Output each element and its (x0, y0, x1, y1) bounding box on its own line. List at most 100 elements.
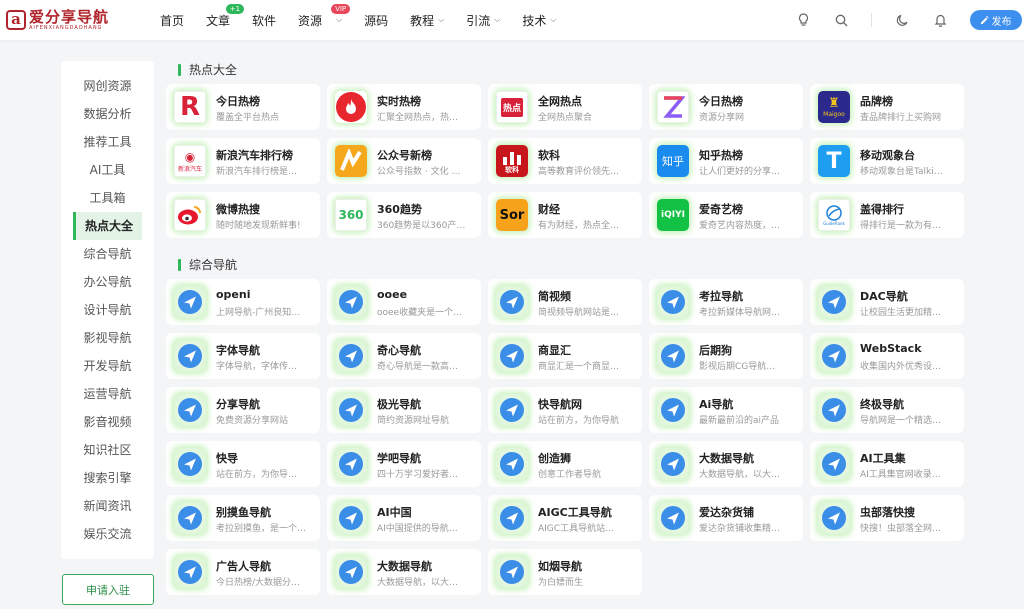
site-title: 虫部落快搜 (860, 506, 915, 519)
site-card[interactable]: 知乎 知乎热榜 让人们更好的分享… (649, 138, 803, 184)
site-description: 新浪汽车排行榜是… (216, 167, 298, 177)
site-card[interactable]: GuideRank 盖得排行 得排行是一款为有… (810, 192, 964, 238)
nav-source-code[interactable]: 源码 (364, 12, 388, 29)
site-card[interactable]: AI中国 AI中国提供的导航… (327, 495, 481, 541)
moon-icon[interactable] (894, 12, 910, 28)
site-card[interactable]: 大数据导航 大数据导航，以大… (327, 549, 481, 595)
site-card[interactable]: R 今日热榜 覆盖全平台热点 (166, 84, 320, 130)
compass-nav-icon (174, 340, 206, 372)
site-card[interactable]: iQIYI 爱奇艺榜 爱奇艺内容热度，… (649, 192, 803, 238)
site-card[interactable]: 爱达杂货铺 爱达杂货铺收集精… (649, 495, 803, 541)
site-card[interactable]: 热点 全网热点 全网热点聚合 (488, 84, 642, 130)
sidebar-item[interactable]: 网创资源 (61, 72, 154, 100)
sidebar-item[interactable]: 综合导航 (61, 240, 154, 268)
nav-sites-grid: openi 上网导航-广州良知… ooee ooee收藏夹是一个… 简视频 简视频导航网站… (166, 279, 964, 595)
site-card[interactable]: 大数据导航 大数据导航，以大… (649, 441, 803, 487)
site-description: 考拉别摸鱼，是一个… (216, 524, 307, 534)
apply-join-button[interactable]: 申请入驻 (62, 574, 154, 605)
site-card[interactable]: 实时热榜 汇聚全网热点，热… (327, 84, 481, 130)
site-card[interactable]: Sor 财经 有为财经，热点全… (488, 192, 642, 238)
sidebar-item[interactable]: 设计导航 (61, 296, 154, 324)
compass-nav-icon (335, 448, 367, 480)
site-title: 商显汇 (538, 344, 571, 357)
site-logo[interactable]: a 爱分享导航 AIFENXIANGDAOHANG (6, 7, 109, 33)
publish-button[interactable]: 发布 (970, 10, 1022, 30)
site-card[interactable]: 软科 软科 高等教育评价领先… (488, 138, 642, 184)
site-card[interactable]: 虫部落快搜 快搜！虫部落全网… (810, 495, 964, 541)
sidebar-item[interactable]: 新闻资讯 (61, 492, 154, 520)
site-title: 微博热搜 (216, 203, 260, 216)
site-card[interactable]: 简视频 简视频导航网站是… (488, 279, 642, 325)
site-description: 得排行是一款为有… (860, 221, 942, 231)
site-card[interactable]: 微博热搜 随时随地发现新鲜事! (166, 192, 320, 238)
sidebar-item[interactable]: 推荐工具 (61, 128, 154, 156)
sidebar-item[interactable]: AI工具 (61, 156, 154, 184)
sidebar-item[interactable]: 娱乐交流 (61, 520, 154, 548)
compass-nav-icon (496, 448, 528, 480)
nav-home[interactable]: 首页 (160, 12, 184, 29)
nav-resources[interactable]: 资源 VIP ⌵ (298, 3, 351, 29)
sidebar-item[interactable]: 开发导航 (61, 352, 154, 380)
site-title: 分享导航 (216, 398, 260, 411)
site-card[interactable]: ◉ 新浪汽车 新浪汽车排行榜 新浪汽车排行榜是… (166, 138, 320, 184)
site-card[interactable]: 字体导航 字体导航，字体传… (166, 333, 320, 379)
sidebar-item[interactable]: 运营导航 (61, 380, 154, 408)
sidebar-item[interactable]: 知识社区 (61, 436, 154, 464)
sina-car-icon: ◉ 新浪汽车 (174, 145, 206, 177)
sidebar-item[interactable]: 工具箱 (61, 184, 154, 212)
nav-traffic[interactable]: 引流 ⌵ (466, 12, 500, 29)
sidebar-item[interactable]: 影音视频 (61, 408, 154, 436)
nav-software[interactable]: 软件 (252, 12, 276, 29)
lightbulb-icon[interactable] (795, 12, 811, 28)
sidebar-item[interactable]: 办公导航 (61, 268, 154, 296)
bell-icon[interactable] (932, 12, 948, 28)
site-title: AI中国 (377, 506, 412, 519)
site-card[interactable]: DAC导航 让校园生活更加精… (810, 279, 964, 325)
compass-nav-icon (818, 448, 850, 480)
site-card[interactable]: openi 上网导航-广州良知… (166, 279, 320, 325)
site-description: 大数据导航，以大… (377, 578, 459, 588)
site-card[interactable]: 极光导航 简约资源网址导航 (327, 387, 481, 433)
site-card[interactable]: 创造狮 创意工作者导航 (488, 441, 642, 487)
site-card[interactable]: AIGC工具导航 AIGC工具导航站… (488, 495, 642, 541)
site-card[interactable]: 后期狗 影视后期CG导航… (649, 333, 803, 379)
logo-subtitle: AIFENXIANGDAOHANG (29, 25, 103, 31)
compass-nav-icon (818, 394, 850, 426)
nav-articles[interactable]: 文章 +1 (206, 3, 245, 29)
site-card[interactable]: AI工具集 AI工具集官网收录… (810, 441, 964, 487)
nav-tech[interactable]: 技术 ⌵ (522, 12, 556, 29)
sidebar-item[interactable]: 数据分析 (61, 100, 154, 128)
site-card[interactable]: 奇心导航 奇心导航是一款高… (327, 333, 481, 379)
site-card[interactable]: Ai导航 最新最前沿的ai产品 (649, 387, 803, 433)
site-title: 如烟导航 (538, 560, 582, 573)
site-card[interactable]: ooee ooee收藏夹是一个… (327, 279, 481, 325)
site-card[interactable]: 公众号新榜 公众号指数 · 文化 … (327, 138, 481, 184)
sidebar-item[interactable]: 热点大全 (73, 212, 142, 240)
site-card[interactable]: 分享导航 免费资源分享网站 (166, 387, 320, 433)
sidebar-item[interactable]: 搜索引擎 (61, 464, 154, 492)
compass-nav-icon (496, 502, 528, 534)
sidebar-item[interactable]: 影视导航 (61, 324, 154, 352)
site-card[interactable]: 别摸鱼导航 考拉别摸鱼，是一个… (166, 495, 320, 541)
site-card[interactable]: 终极导航 导航网是一个精选… (810, 387, 964, 433)
site-card[interactable]: 快导 站在前方，为你导… (166, 441, 320, 487)
site-card[interactable]: 广告人导航 今日热榜/大数据分… (166, 549, 320, 595)
site-card[interactable]: ♜ Maigoo 品牌榜 查品牌排行上买购网 (810, 84, 964, 130)
site-card[interactable]: 360 360趋势 360趋势是以360产… (327, 192, 481, 238)
site-title: 今日热榜 (699, 95, 743, 108)
site-card[interactable]: 如烟导航 为白嫖而生 (488, 549, 642, 595)
site-card[interactable]: WebStack 收集国内外优秀设… (810, 333, 964, 379)
site-card[interactable]: 快导航网 站在前方，为你导航 (488, 387, 642, 433)
compass-nav-icon (496, 340, 528, 372)
nav-tutorials[interactable]: 教程 ⌵ (410, 12, 444, 29)
site-title: 考拉导航 (699, 290, 743, 303)
site-card[interactable]: 学吧导航 四十万学习爱好者… (327, 441, 481, 487)
site-card[interactable]: T 移动观象台 移动观象台是Talki… (810, 138, 964, 184)
compass-nav-icon (496, 286, 528, 318)
site-card[interactable]: 考拉导航 考拉新媒体导航网… (649, 279, 803, 325)
compass-nav-icon (818, 340, 850, 372)
search-icon[interactable] (833, 12, 849, 28)
site-description: AI中国提供的导航… (377, 524, 458, 534)
site-card[interactable]: 商显汇 商显汇是一个商显… (488, 333, 642, 379)
site-card[interactable]: 今日热榜 资源分享网 (649, 84, 803, 130)
